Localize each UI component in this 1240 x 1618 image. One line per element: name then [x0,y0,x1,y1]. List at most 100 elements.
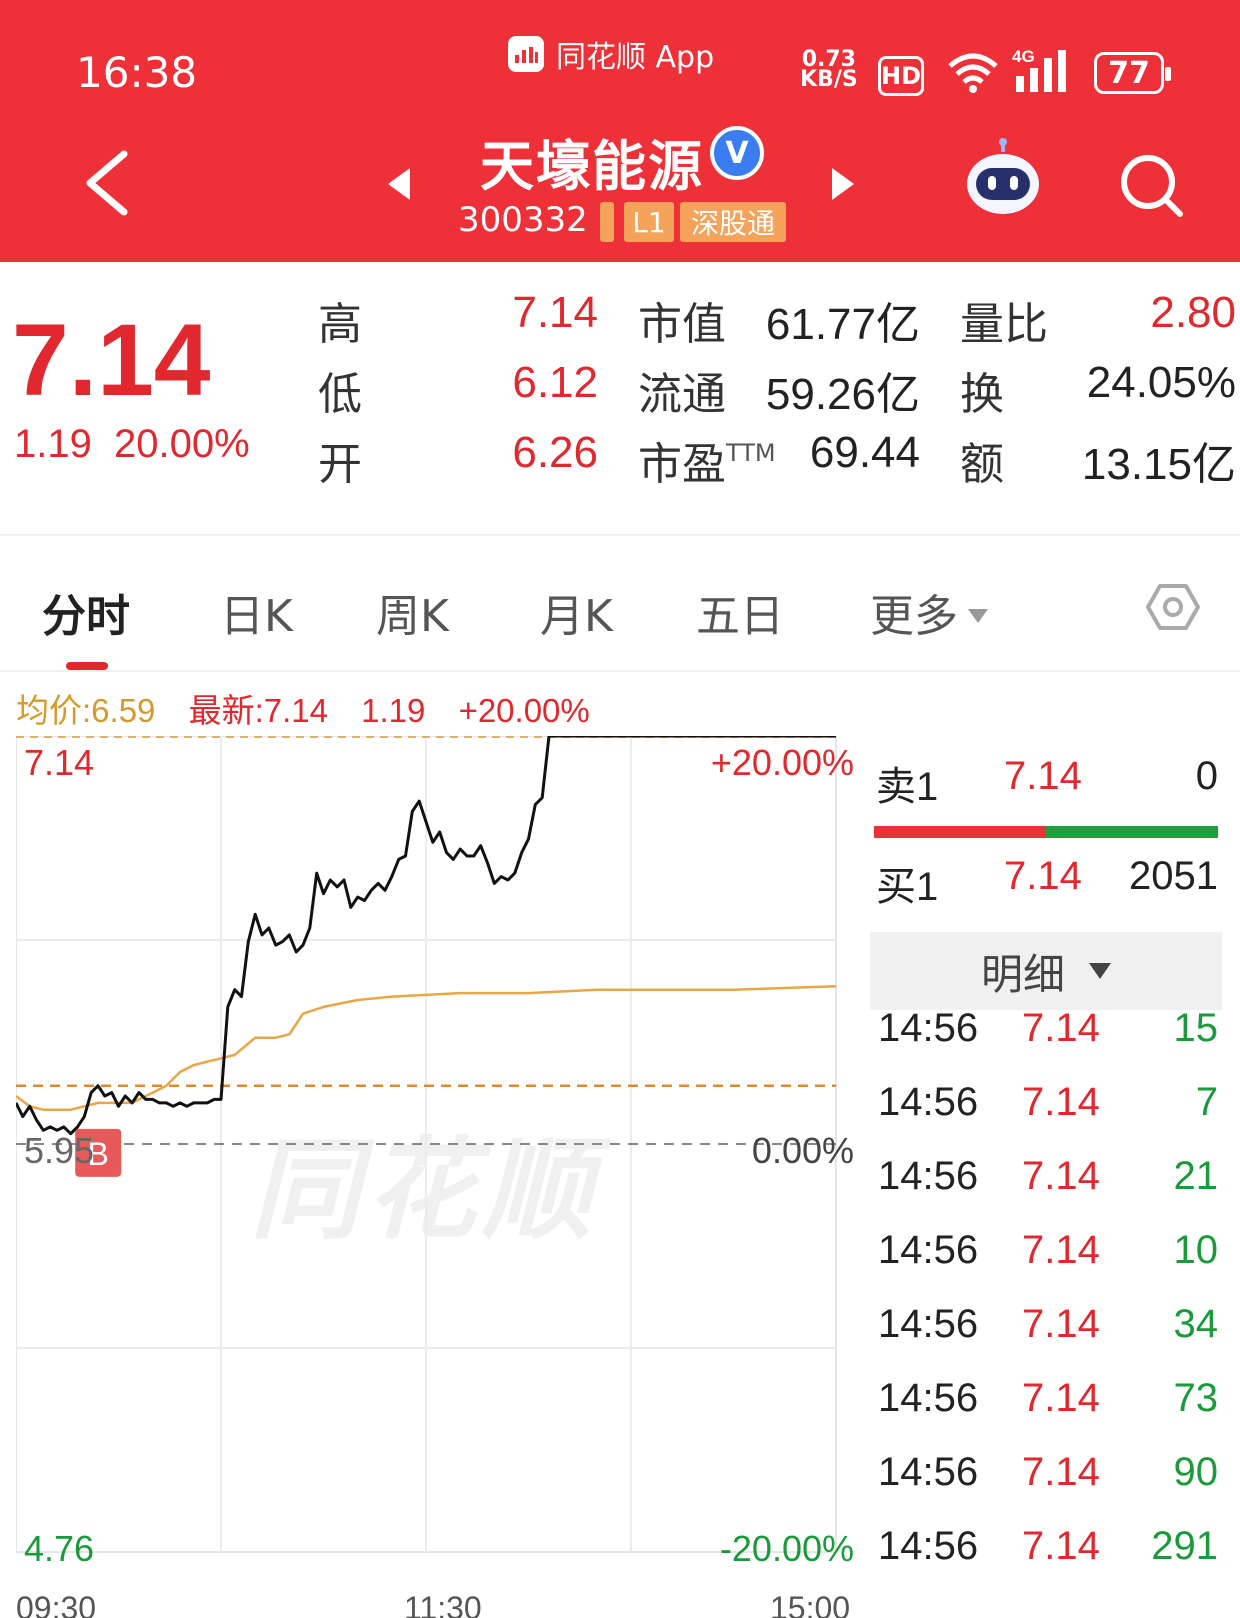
chart-tabs: 分时 日K 周K 月K 五日 更多 [0,536,1240,672]
tick-volume: 73 [1173,1376,1219,1420]
tick-price: 7.14 [1022,1450,1100,1494]
tick-price: 7.14 [1022,1228,1100,1272]
tick-price: 7.14 [1022,1154,1100,1198]
intraday-chart-svg: B [16,736,837,1553]
high-label: 高 [318,299,362,350]
y-mid-price: 5.95 [24,1130,95,1171]
tab-intraday[interactable]: 分时 [42,580,130,644]
tick-volume: 34 [1173,1302,1219,1346]
price-change: 1.19 [14,422,92,466]
tag-level: L1 [624,202,674,242]
tick-time: 14:56 [878,1228,979,1272]
y-bottom-price: 4.76 [24,1528,95,1569]
vol-ratio-label: 量比 [960,299,1048,350]
detail-dropdown-button[interactable]: 明细 [870,932,1222,1010]
float-label: 流通 [638,369,726,420]
network-type: 4G [1012,47,1035,66]
app-badge: 同花顺 App [508,32,714,76]
x-tick-end: 15:00 [770,1590,851,1618]
x-tick-mid: 11:30 [404,1590,482,1618]
pe-value: 69.44 [809,428,920,477]
low-label: 低 [318,369,362,420]
buy1-price: 7.14 [1004,854,1082,898]
tick-price: 7.14 [1022,1376,1100,1420]
vol-ratio-value: 2.80 [1150,288,1236,337]
amount-label: 额 [960,439,1004,490]
tick-row: 14:56 7.14 15 [870,1006,1218,1066]
y-top-pct: +20.00% [710,742,854,783]
tick-row: 14:56 7.14 21 [870,1154,1218,1214]
latest-change-pct-text: +20.00% [458,692,590,729]
back-icon[interactable] [78,148,138,218]
tick-row: 14:56 7.14 7 [870,1080,1218,1140]
stock-name: 天壕能源 [480,135,704,198]
tag-shenzhen-connect: 深股通 [680,202,786,242]
stock-code: 300332 [458,200,588,240]
tick-volume: 21 [1173,1154,1219,1198]
ratio-red-segment [874,826,1046,838]
tick-row: 14:56 7.14 73 [870,1376,1218,1436]
tick-row: 14:56 7.14 10 [870,1228,1218,1288]
hd-badge: HD [878,56,924,96]
tick-price: 7.14 [1022,1302,1100,1346]
open-value: 6.26 [512,428,598,477]
verified-icon: V [710,126,764,180]
tick-time: 14:56 [878,1154,979,1198]
price-change-pct: 20.00% [114,422,250,466]
ratio-green-segment [1046,826,1218,838]
amount-value: 13.15亿 [1081,440,1236,489]
next-stock-icon[interactable] [828,166,858,202]
latest-change-text: 1.19 [361,692,426,729]
sell1-volume: 0 [1195,754,1218,798]
x-tick-start: 09:30 [16,1590,97,1618]
low-value: 6.12 [512,358,598,407]
intraday-chart[interactable]: B 7.14 +20.00% 5.95 0.00% 4.76 -20.00% [16,736,862,1582]
tick-time: 14:56 [878,1450,979,1494]
buy1-volume: 2051 [1129,854,1218,898]
high-value: 7.14 [512,288,598,337]
tick-volume: 7 [1195,1080,1218,1124]
tab-more[interactable]: 更多 [870,580,988,644]
sell1-label: 卖1 [876,765,939,809]
app-name: 同花顺 App [556,40,715,75]
chevron-down-icon [1089,963,1111,979]
battery-indicator: 77 [1094,52,1171,94]
tag-dot [600,202,614,242]
turnover-label: 换 [960,369,1004,420]
sell1-row[interactable]: 卖1 7.14 0 [870,754,1218,814]
tab-daily-k[interactable]: 日K [220,580,293,644]
mktcap-value: 61.77亿 [765,300,920,349]
sell1-price: 7.14 [1004,754,1082,798]
buy1-label: 买1 [876,865,939,909]
tick-volume: 291 [1151,1524,1218,1568]
tick-volume: 15 [1173,1006,1219,1050]
robot-assistant-icon[interactable] [962,138,1044,218]
pe-label: 市盈TTM [638,439,776,490]
turnover-value: 24.05% [1086,358,1236,407]
y-mid-pct: 0.00% [751,1130,854,1171]
tab-five-day[interactable]: 五日 [696,580,784,644]
app-header: 16:38 同花顺 App 0.73 KB/S HD 4G 77 天壕能源 V … [0,0,1240,262]
open-label: 开 [318,439,362,490]
tick-row: 14:56 7.14 291 [870,1524,1218,1584]
y-top-price: 7.14 [24,742,95,783]
pe-ttm-sup: TTM [726,439,776,467]
net-speed: 0.73 KB/S [800,47,858,92]
tab-weekly-k[interactable]: 周K [376,580,449,644]
latest-price-text: 最新:7.14 [188,692,328,729]
bid-ask-ratio-bar [874,826,1218,838]
tick-row: 14:56 7.14 34 [870,1302,1218,1362]
tick-price: 7.14 [1022,1080,1100,1124]
tick-price: 7.14 [1022,1006,1100,1050]
tab-monthly-k[interactable]: 月K [540,580,613,644]
avg-price-text: 均价:6.59 [16,692,156,729]
active-tab-indicator [66,662,108,670]
current-price: 7.14 [12,303,211,417]
settings-icon[interactable] [1146,580,1200,634]
tick-volume: 10 [1173,1228,1219,1272]
buy1-row[interactable]: 买1 7.14 2051 [870,854,1218,914]
search-icon[interactable] [1118,152,1186,220]
prev-stock-icon[interactable] [384,166,414,202]
tick-time: 14:56 [878,1376,979,1420]
wifi-icon [948,53,998,93]
